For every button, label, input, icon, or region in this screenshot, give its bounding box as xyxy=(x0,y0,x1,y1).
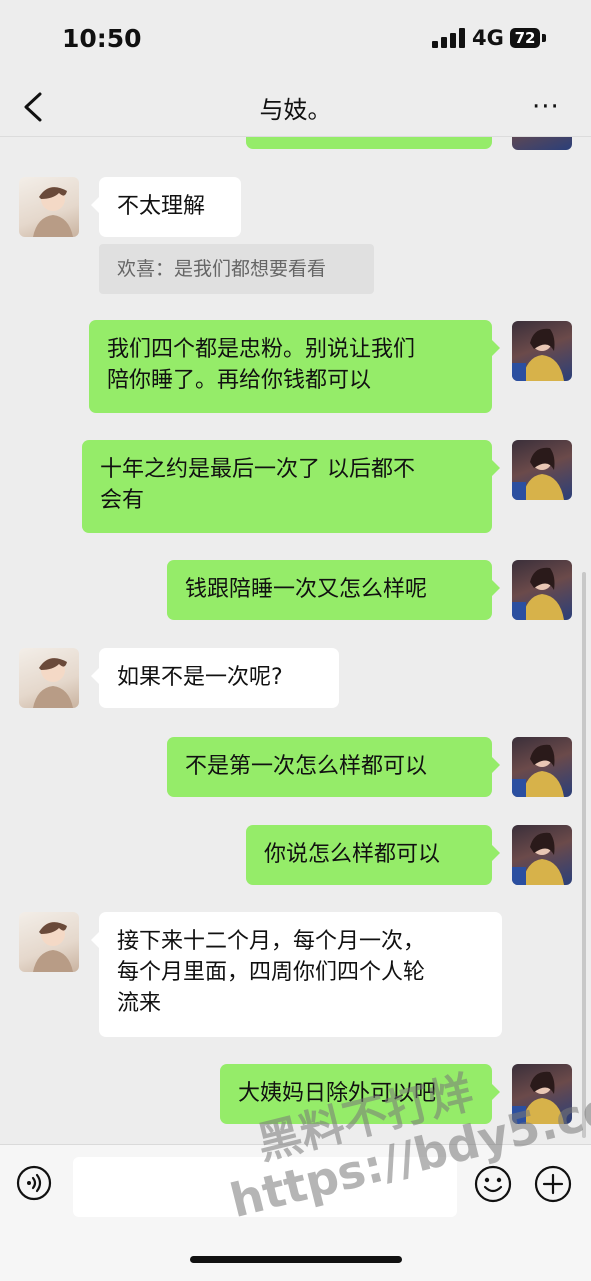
message-line: 每个月里面，四周你们四个人轮 xyxy=(117,960,426,985)
message-line: 陪你睡了。再给你钱都可以 xyxy=(107,368,372,393)
avatar-self[interactable] xyxy=(512,137,572,150)
message-line: 会有 xyxy=(100,488,145,513)
message-bubble-outgoing[interactable]: 我们四个都是忠粉。别说让我们 陪你睡了。再给你钱都可以 xyxy=(89,320,500,413)
self-avatar-art xyxy=(512,832,564,885)
message-line: 十年之约是最后一次了 以后都不 xyxy=(100,457,415,482)
avatar-self[interactable] xyxy=(512,825,572,885)
contact-avatar-art xyxy=(33,658,73,708)
contact-avatar-art xyxy=(33,922,73,972)
avatar-self[interactable] xyxy=(512,440,572,500)
avatar-self[interactable] xyxy=(512,321,572,381)
message-bubble-incoming[interactable]: 接下来十二个月，每个月一次， 每个月里面，四周你们四个人轮 流来 xyxy=(91,912,502,1037)
scrollbar[interactable] xyxy=(582,572,586,1138)
contact-avatar-art xyxy=(33,187,73,237)
avatar-contact[interactable] xyxy=(19,912,79,972)
message-list[interactable]: 不太理解 欢喜：是我们都想要看看 我们四个都是忠粉。别说让我们 陪你睡了。再给你… xyxy=(0,137,591,1144)
plus-icon[interactable] xyxy=(534,1165,572,1203)
message-bubble-incoming[interactable]: 如果不是一次呢? xyxy=(91,648,339,708)
home-indicator[interactable] xyxy=(190,1256,402,1263)
voice-icon[interactable] xyxy=(16,1165,52,1201)
more-dots-icon[interactable]: ··· xyxy=(532,92,566,122)
network-type: 4G xyxy=(472,26,504,50)
self-avatar-art xyxy=(512,567,564,620)
avatar-contact[interactable] xyxy=(19,648,79,708)
self-avatar-art xyxy=(512,328,564,381)
message-bubble-outgoing[interactable]: 不是第一次怎么样都可以 xyxy=(167,737,500,797)
avatar-self[interactable] xyxy=(512,560,572,620)
message-bubble-outgoing[interactable]: 你说怎么样都可以 xyxy=(246,825,500,885)
battery-tip xyxy=(542,34,546,42)
message-bubble-outgoing[interactable]: 十年之约是最后一次了 以后都不 会有 xyxy=(82,440,500,533)
status-time: 10:50 xyxy=(62,24,142,53)
message-line: 接下来十二个月，每个月一次， xyxy=(117,929,426,954)
quoted-reply[interactable]: 欢喜：是我们都想要看看 xyxy=(99,244,374,294)
message-bubble-incoming[interactable]: 不太理解 xyxy=(91,177,241,237)
message-bubble-outgoing[interactable]: 钱跟陪睡一次又怎么样呢 xyxy=(167,560,500,620)
message-line: 流来 xyxy=(117,991,162,1016)
avatar-contact[interactable] xyxy=(19,177,79,237)
chat-header: 与妓。 ··· xyxy=(0,78,591,137)
battery-icon: 72 xyxy=(510,28,540,48)
self-avatar-art xyxy=(512,447,564,500)
signal-icon xyxy=(432,28,465,48)
status-bar: 10:50 4G 72 xyxy=(0,0,591,78)
avatar-self[interactable] xyxy=(512,737,572,797)
message-bubble-outgoing[interactable] xyxy=(246,137,492,149)
chat-title: 与妓。 xyxy=(259,96,332,124)
message-line: 我们四个都是忠粉。别说让我们 xyxy=(107,337,416,362)
self-avatar-art xyxy=(512,744,564,797)
